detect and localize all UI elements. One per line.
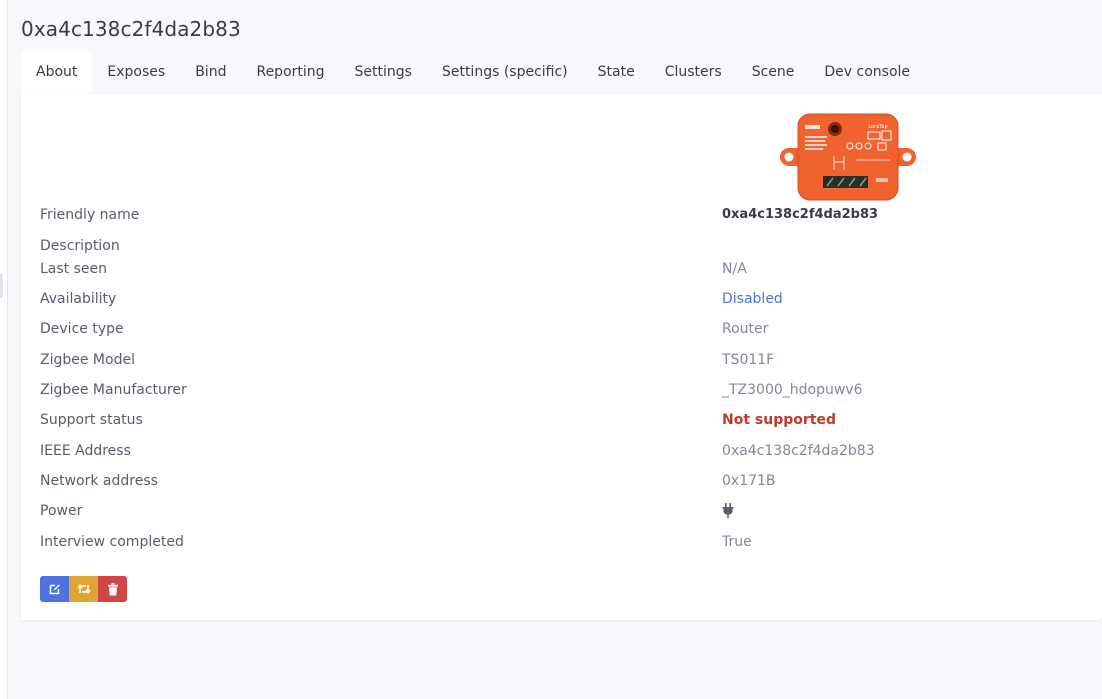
edit-icon xyxy=(49,584,60,595)
tab-scene[interactable]: Scene xyxy=(737,50,810,94)
friendly-name-value: 0xa4c138c2f4da2b83 xyxy=(722,207,879,222)
ieee-address-label: IEEE Address xyxy=(40,443,131,459)
power-label: Power xyxy=(40,503,83,519)
row-friendly-name: Friendly name 0xa4c138c2f4da2b83 xyxy=(21,207,1102,229)
support-status-label: Support status xyxy=(40,412,143,428)
availability-label: Availability xyxy=(40,291,117,307)
row-description: Description xyxy=(21,238,1102,260)
tab-state[interactable]: State xyxy=(583,50,650,94)
interview-completed-value: True xyxy=(722,534,752,550)
row-ieee-address: IEEE Address 0xa4c138c2f4da2b83 xyxy=(21,443,1102,465)
sidebar-edge xyxy=(0,0,8,699)
last-seen-label: Last seen xyxy=(40,261,108,277)
zigbee-model-value: TS011F xyxy=(722,352,775,368)
trash-icon xyxy=(107,582,118,595)
device-brand-label: LoraTap xyxy=(868,124,887,130)
description-label: Description xyxy=(40,238,120,254)
device-image: LoraTap xyxy=(780,113,916,201)
device-type-value: Router xyxy=(722,321,769,337)
availability-link[interactable]: Disabled xyxy=(722,291,783,307)
row-support-status: Support status Not supported xyxy=(21,412,1102,434)
row-power: Power xyxy=(21,503,1102,525)
retweet-icon xyxy=(76,584,91,594)
tab-dev-console[interactable]: Dev console xyxy=(809,50,925,94)
device-tabs: About Exposes Bind Reporting Settings Se… xyxy=(21,50,925,94)
tab-bind[interactable]: Bind xyxy=(180,50,241,94)
network-address-label: Network address xyxy=(40,473,158,489)
row-zigbee-model: Zigbee Model TS011F xyxy=(21,352,1102,374)
last-seen-value: N/A xyxy=(722,261,747,277)
device-type-label: Device type xyxy=(40,321,124,337)
page-title: 0xa4c138c2f4da2b83 xyxy=(21,17,241,41)
interview-completed-label: Interview completed xyxy=(40,534,184,550)
row-device-type: Device type Router xyxy=(21,321,1102,343)
row-last-seen: Last seen N/A xyxy=(21,261,1102,283)
tab-about[interactable]: About xyxy=(21,50,93,94)
device-actions xyxy=(40,576,127,602)
remove-button[interactable] xyxy=(98,576,127,602)
support-status-link[interactable]: Not supported xyxy=(722,412,836,428)
network-address-value: 0x171B xyxy=(722,473,776,489)
plug-icon xyxy=(722,503,734,518)
row-network-address: Network address 0x171B xyxy=(21,473,1102,495)
power-value xyxy=(722,503,734,521)
edit-button[interactable] xyxy=(40,576,69,602)
friendly-name-label: Friendly name xyxy=(40,207,140,223)
row-availability: Availability Disabled xyxy=(21,291,1102,313)
zigbee-manufacturer-value: _TZ3000_hdopuwv6 xyxy=(722,382,863,398)
tab-settings-specific[interactable]: Settings (specific) xyxy=(427,50,583,94)
row-interview-completed: Interview completed True xyxy=(21,534,1102,556)
tab-exposes[interactable]: Exposes xyxy=(92,50,180,94)
sidebar-edge-mark xyxy=(0,274,3,298)
row-zigbee-manufacturer: Zigbee Manufacturer _TZ3000_hdopuwv6 xyxy=(21,382,1102,404)
tab-reporting[interactable]: Reporting xyxy=(241,50,339,94)
tab-settings[interactable]: Settings xyxy=(340,50,427,94)
tab-clusters[interactable]: Clusters xyxy=(650,50,737,94)
rename-button[interactable] xyxy=(69,576,98,602)
zigbee-model-label: Zigbee Model xyxy=(40,352,135,368)
zigbee-manufacturer-label: Zigbee Manufacturer xyxy=(40,382,187,398)
ieee-address-value: 0xa4c138c2f4da2b83 xyxy=(722,443,875,459)
about-card: LoraTap Friendly name 0xa4c138c2f4da2b83… xyxy=(21,94,1102,620)
